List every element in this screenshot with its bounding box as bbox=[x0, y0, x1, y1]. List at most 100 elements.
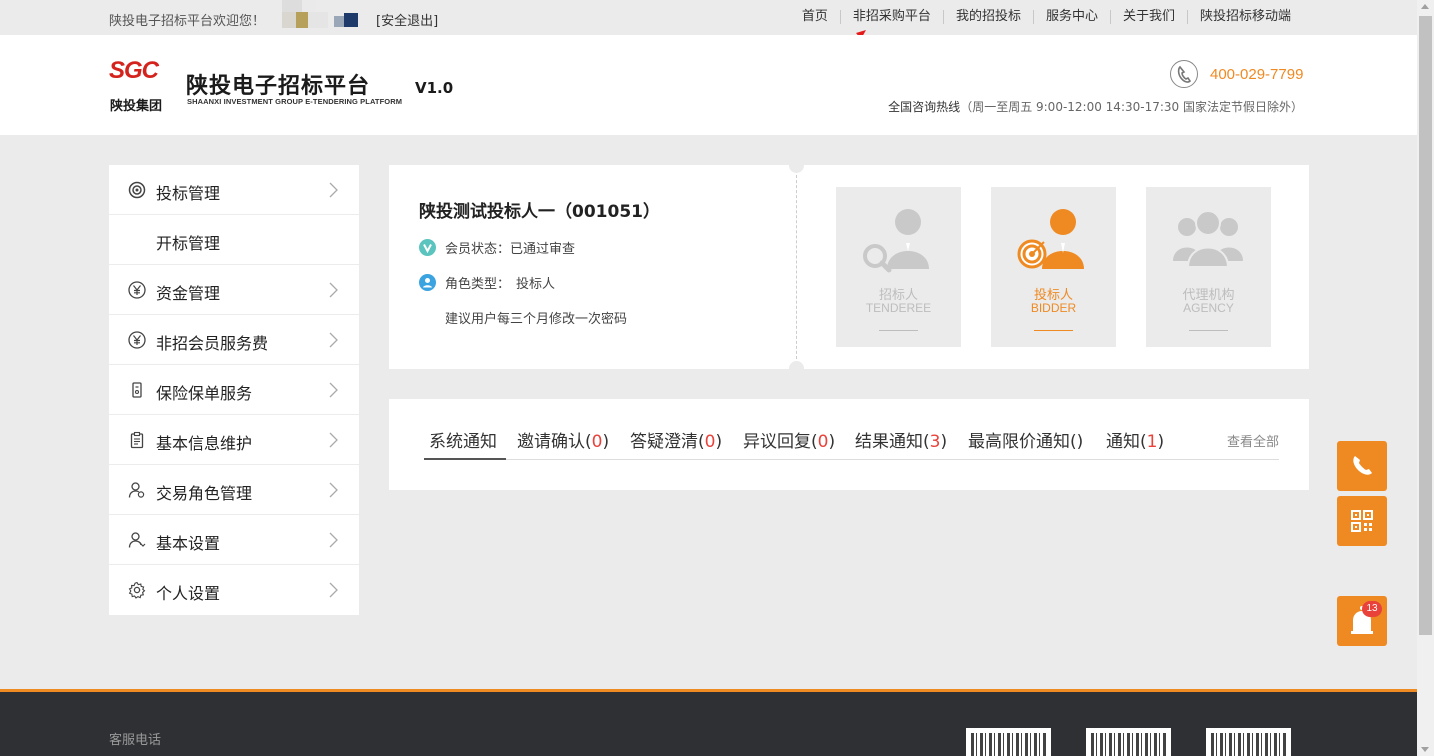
bidder-icon bbox=[1017, 209, 1084, 269]
tab-count: 1 bbox=[1146, 432, 1158, 452]
tab-notice[interactable]: 通知(1) bbox=[1106, 427, 1164, 460]
nav-service-center[interactable]: 服务中心 bbox=[1032, 10, 1110, 24]
password-tip: 建议用户每三个月修改一次密码 bbox=[445, 312, 628, 327]
sidebar-item-bid-management[interactable]: 投标管理 bbox=[109, 165, 359, 215]
tab-result-notice[interactable]: 结果通知(3) bbox=[855, 427, 947, 460]
nav-about-us[interactable]: 关于我们 bbox=[1109, 10, 1187, 24]
sidebar-item-label: 开标管理 bbox=[156, 234, 221, 253]
notice-tabs: 系统通知 邀请确认(0) 答疑澄清(0) 异议回复(0) 结果通知(3) 最高限… bbox=[424, 427, 1279, 460]
chevron-right-icon bbox=[329, 282, 338, 298]
scroll-thumb[interactable] bbox=[1419, 16, 1432, 635]
sidebar-item-label: 非招会员服务费 bbox=[156, 334, 269, 353]
sidebar-item-insurance[interactable]: 保险保单服务 bbox=[109, 365, 359, 415]
hotline-hours: （周一至周五 9:00-12:00 14:30-17:30 国家法定节假日除外） bbox=[960, 100, 1303, 114]
top-bar: 陕投电子招标平台欢迎您！ [安全退出] 首页 非招采购平台 我的招投标 服务中心… bbox=[0, 0, 1417, 35]
tab-count: 3 bbox=[929, 432, 941, 452]
chevron-right-icon bbox=[329, 532, 338, 548]
logout-link[interactable]: [安全退出] bbox=[376, 10, 438, 29]
sidebar-item-basic-settings[interactable]: 基本设置 bbox=[109, 515, 359, 565]
welcome-text: 陕投电子招标平台欢迎您！ bbox=[109, 14, 266, 29]
sidebar-item-label: 保险保单服务 bbox=[156, 384, 253, 403]
qrcode-image bbox=[966, 728, 1051, 756]
sidebar-item-label: 基本设置 bbox=[156, 534, 221, 553]
tab-objection-reply[interactable]: 异议回复(0) bbox=[743, 427, 835, 460]
user-avatar-mosaic bbox=[282, 0, 366, 32]
gear-icon bbox=[128, 581, 146, 599]
footer-service-phone-label: 客服电话 bbox=[109, 733, 162, 748]
yuan-icon bbox=[128, 331, 146, 349]
sidebar-item-funds[interactable]: 资金管理 bbox=[109, 265, 359, 315]
notices-panel: 系统通知 邀请确认(0) 答疑澄清(0) 异议回复(0) 结果通知(3) 最高限… bbox=[389, 399, 1309, 490]
role-underline bbox=[1034, 330, 1073, 331]
tab-label: 邀请确认 bbox=[517, 432, 585, 452]
tenderee-icon bbox=[863, 209, 929, 273]
divider bbox=[796, 165, 797, 369]
view-all-link[interactable]: 查看全部 bbox=[1227, 431, 1279, 450]
sidebar-item-role-management[interactable]: 交易角色管理 bbox=[109, 465, 359, 515]
notch-bottom bbox=[789, 361, 804, 376]
status-label: 会员状态： bbox=[445, 242, 511, 257]
tab-count: 0 bbox=[817, 432, 829, 452]
nav-procurement-platform[interactable]: 非招采购平台 bbox=[839, 10, 943, 24]
scroll-down-arrow-icon[interactable] bbox=[1421, 747, 1429, 752]
sidebar-item-label: 资金管理 bbox=[156, 284, 221, 303]
role-value: 投标人 bbox=[516, 277, 556, 292]
tab-system-notice[interactable]: 系统通知 bbox=[424, 427, 506, 460]
logo[interactable]: SGC 陕投集团 bbox=[109, 57, 179, 115]
role-underline bbox=[1189, 330, 1228, 331]
logo-mark: SGC bbox=[109, 57, 159, 84]
role-cards: 招标人 TENDEREE 投标人 BIDDER 代理机构 AGENCY bbox=[836, 187, 1271, 347]
tab-label: 答疑澄清 bbox=[630, 432, 698, 452]
role-name-en: BIDDER bbox=[1030, 301, 1077, 315]
sidebar-item-basic-info[interactable]: 基本信息维护 bbox=[109, 415, 359, 465]
password-tip-row: 建议用户每三个月修改一次密码 bbox=[419, 308, 627, 327]
chevron-right-icon bbox=[329, 432, 338, 448]
sidebar-item-bid-opening[interactable]: 开标管理 bbox=[109, 215, 359, 265]
sidebar-item-member-fee[interactable]: 非招会员服务费 bbox=[109, 315, 359, 365]
profile-card: 陕投测试投标人一（001051） 会员状态： 已通过审查 角色类型： 投标人 建… bbox=[389, 158, 1309, 376]
sidebar-item-personal-settings[interactable]: 个人设置 bbox=[109, 565, 359, 615]
role-label: 角色类型： bbox=[445, 277, 511, 292]
user-name: 陕投测试投标人一（001051） bbox=[419, 202, 660, 222]
role-underline bbox=[879, 330, 918, 331]
role-name-en: AGENCY bbox=[1183, 301, 1234, 315]
scroll-up-arrow-icon[interactable] bbox=[1421, 4, 1429, 9]
tab-invitation-confirm[interactable]: 邀请确认(0) bbox=[517, 427, 609, 460]
chevron-right-icon bbox=[329, 182, 338, 198]
sidebar-item-label: 交易角色管理 bbox=[156, 484, 253, 503]
logo-group-name: 陕投集团 bbox=[110, 99, 163, 114]
float-qrcode-button[interactable] bbox=[1337, 496, 1387, 546]
site-header: SGC 陕投集团 陕投电子招标平台 V1.0 SHAANXI INVESTMEN… bbox=[0, 35, 1417, 135]
agency-icon bbox=[1173, 210, 1243, 268]
sidebar-menu: 投标管理 开标管理 资金管理 非招会员服务费 保险保单服务 基本信息维护 交易角… bbox=[109, 165, 359, 615]
nav-home[interactable]: 首页 bbox=[790, 10, 840, 24]
hotline-info: 全国咨询热线（周一至周五 9:00-12:00 14:30-17:30 国家法定… bbox=[888, 98, 1303, 115]
footer: 客服电话 bbox=[0, 689, 1417, 756]
clipboard-icon bbox=[130, 431, 144, 449]
notch-top bbox=[789, 158, 804, 173]
float-notification-button[interactable]: 13 bbox=[1337, 596, 1387, 646]
role-card-agency[interactable]: 代理机构 AGENCY bbox=[1146, 187, 1271, 347]
vertical-scrollbar[interactable] bbox=[1417, 0, 1434, 756]
nav-my-bids[interactable]: 我的招投标 bbox=[942, 10, 1033, 24]
tab-qa-clarification[interactable]: 答疑澄清(0) bbox=[630, 427, 722, 460]
chevron-right-icon bbox=[329, 332, 338, 348]
tab-count: 0 bbox=[591, 432, 603, 452]
tab-price-cap-notice[interactable]: 最高限价通知() bbox=[968, 427, 1083, 460]
sidebar-item-label: 基本信息维护 bbox=[156, 434, 253, 453]
qrcode-image bbox=[1206, 728, 1291, 756]
hotline-label: 全国咨询热线 bbox=[888, 100, 961, 114]
role-card-tenderee[interactable]: 招标人 TENDEREE bbox=[836, 187, 961, 347]
float-phone-button[interactable] bbox=[1337, 441, 1387, 491]
site-subtitle: SHAANXI INVESTMENT GROUP E-TENDERING PLA… bbox=[187, 97, 403, 106]
qrcode-icon bbox=[1351, 510, 1373, 532]
tab-label: 通知 bbox=[1106, 432, 1140, 452]
user-icon bbox=[419, 274, 436, 291]
role-card-bidder[interactable]: 投标人 BIDDER bbox=[991, 187, 1116, 347]
sidebar-item-label: 投标管理 bbox=[156, 184, 221, 203]
tab-label: 最高限价通知 bbox=[968, 432, 1070, 452]
nav-mobile[interactable]: 陕投招标移动端 bbox=[1186, 10, 1291, 24]
tab-count: 0 bbox=[704, 432, 716, 452]
phone-icon bbox=[1353, 456, 1372, 475]
tab-label: 结果通知 bbox=[855, 432, 923, 452]
